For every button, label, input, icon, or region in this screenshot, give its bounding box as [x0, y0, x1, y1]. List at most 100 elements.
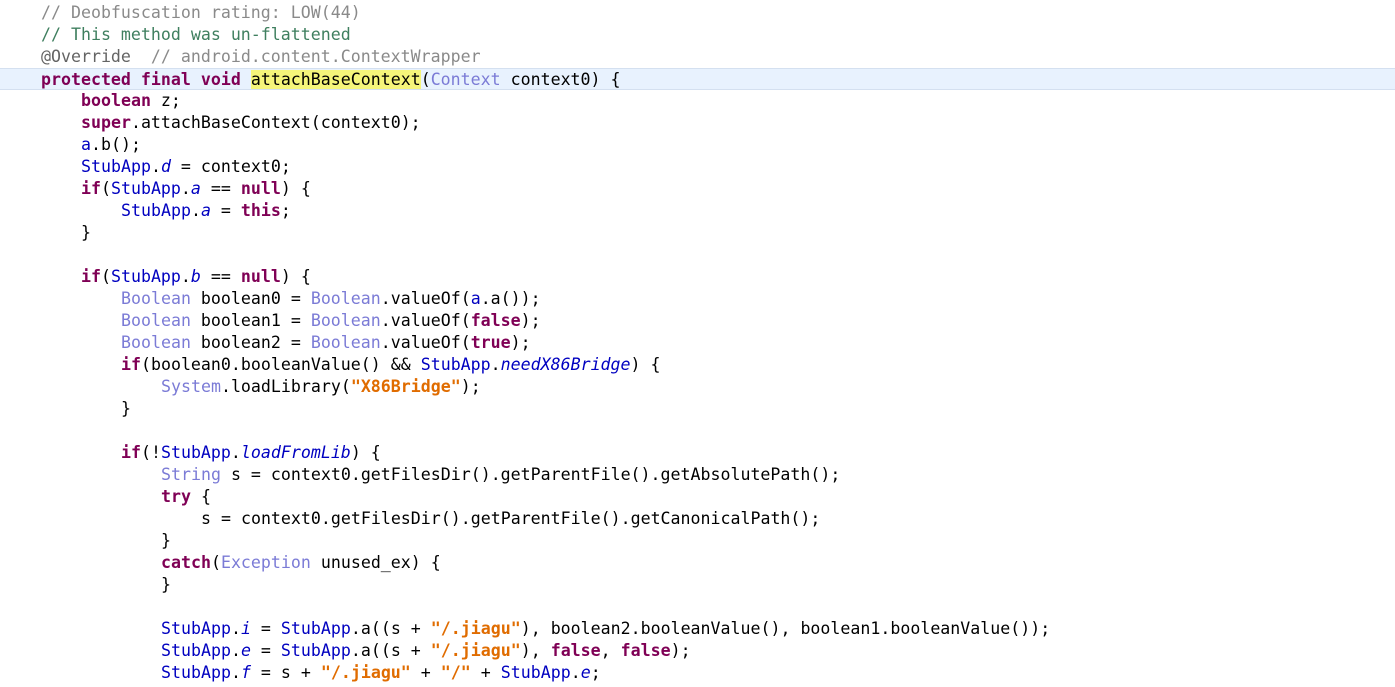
code-token: .valueOf(	[380, 289, 471, 308]
code-token: .a());	[480, 289, 541, 308]
code-token: protected	[41, 70, 131, 89]
code-line[interactable]: String s = context0.getFilesDir().getPar…	[0, 464, 1395, 486]
code-line[interactable]	[0, 420, 1395, 442]
code-token: // android.content.ContextWrapper	[130, 47, 481, 66]
code-editor[interactable]: // Deobfuscation rating: LOW(44) // This …	[0, 2, 1395, 684]
code-token: Boolean	[121, 311, 191, 330]
code-line[interactable]	[0, 244, 1395, 266]
code-line[interactable]: if(StubApp.b == null) {	[0, 266, 1395, 288]
code-token: "X86Bridge"	[350, 377, 461, 396]
code-line[interactable]: }	[0, 530, 1395, 552]
code-token: );	[520, 311, 541, 330]
code-token: boolean2 =	[190, 333, 311, 352]
code-line-current[interactable]: protected final void attachBaseContext(C…	[0, 68, 1395, 90]
code-line[interactable]: StubApp.e = StubApp.a((s + "/.jiagu"), f…	[0, 640, 1395, 662]
code-line[interactable]: }	[0, 574, 1395, 596]
code-line[interactable]: StubApp.a = this;	[0, 200, 1395, 222]
code-token: .	[150, 157, 161, 176]
code-token: StubApp	[160, 443, 231, 462]
code-token: .	[230, 663, 241, 682]
code-token: StubApp	[161, 619, 231, 638]
code-token: @Override	[41, 47, 131, 66]
code-line[interactable]: StubApp.i = StubApp.a((s + "/.jiagu"), b…	[0, 618, 1395, 640]
code-token: a	[200, 201, 211, 220]
code-token: }	[161, 575, 171, 594]
code-token: false	[620, 641, 671, 660]
code-token: boolean0 =	[190, 289, 311, 308]
code-line[interactable]: }	[0, 222, 1395, 244]
code-token: );	[510, 333, 531, 352]
code-token: StubApp	[161, 641, 231, 660]
code-token: true	[470, 333, 511, 352]
code-line[interactable]: if(!StubApp.loadFromLib) {	[0, 442, 1395, 464]
code-token: Context	[430, 70, 501, 89]
code-token: StubApp	[81, 157, 151, 176]
code-line[interactable]: StubApp.d = context0;	[0, 156, 1395, 178]
code-token: );	[670, 641, 691, 660]
code-line[interactable]: try {	[0, 486, 1395, 508]
code-token: f	[240, 663, 251, 682]
code-token: catch	[161, 553, 211, 572]
code-token: null	[240, 267, 281, 286]
code-token: Boolean	[310, 289, 381, 308]
code-token: loadFromLib	[240, 443, 351, 462]
code-token: .	[180, 179, 191, 198]
code-line[interactable]: Boolean boolean2 = Boolean.valueOf(true)…	[0, 332, 1395, 354]
code-token: if	[121, 443, 141, 462]
code-token: StubApp	[420, 355, 491, 374]
code-token: .valueOf(	[380, 333, 471, 352]
code-token: ==	[200, 179, 241, 198]
code-line[interactable]: StubApp.f = s + "/.jiagu" + "/" + StubAp…	[0, 662, 1395, 684]
code-token: .loadLibrary(	[220, 377, 351, 396]
code-line[interactable]: boolean z;	[0, 90, 1395, 112]
code-token: // Deobfuscation rating: LOW(44)	[41, 3, 361, 22]
code-token: Boolean	[121, 333, 191, 352]
code-line[interactable]: if(StubApp.a == null) {	[0, 178, 1395, 200]
code-line[interactable]: System.loadLibrary("X86Bridge");	[0, 376, 1395, 398]
code-token: z;	[150, 91, 181, 110]
code-line[interactable]: // Deobfuscation rating: LOW(44)	[0, 2, 1395, 24]
code-line[interactable]: @Override // android.content.ContextWrap…	[0, 46, 1395, 68]
code-token: void	[200, 70, 241, 89]
code-token: (	[100, 179, 111, 198]
code-token: =	[210, 201, 241, 220]
code-token: = context0;	[170, 157, 291, 176]
code-line[interactable]: catch(Exception unused_ex) {	[0, 552, 1395, 574]
code-token: }	[161, 531, 171, 550]
code-token: // This method was un-flattened	[41, 25, 351, 44]
code-line[interactable]: Boolean boolean0 = Boolean.valueOf(a.a()…	[0, 288, 1395, 310]
code-token: boolean1 =	[190, 311, 311, 330]
code-token: =	[250, 641, 281, 660]
code-token: unused_ex) {	[310, 553, 441, 572]
code-token: super	[81, 113, 131, 132]
code-line[interactable]: a.b();	[0, 134, 1395, 156]
code-token: boolean	[81, 91, 151, 110]
code-token: (boolean0.booleanValue() &&	[140, 355, 421, 374]
code-line[interactable]: super.attachBaseContext(context0);	[0, 112, 1395, 134]
code-token: .	[230, 619, 241, 638]
code-token: .a((s +	[350, 641, 431, 660]
code-token: .valueOf(	[380, 311, 471, 330]
code-line[interactable]: if(boolean0.booleanValue() && StubApp.ne…	[0, 354, 1395, 376]
code-token: .	[230, 641, 241, 660]
code-token: ;	[590, 663, 601, 682]
code-token: ),	[520, 641, 551, 660]
code-token: =	[250, 619, 281, 638]
code-line[interactable]	[0, 596, 1395, 618]
code-token: .attachBaseContext(context0);	[130, 113, 421, 132]
code-line[interactable]: // This method was un-flattened	[0, 24, 1395, 46]
code-line[interactable]: s = context0.getFilesDir().getParentFile…	[0, 508, 1395, 530]
code-token: {	[190, 487, 211, 506]
code-token: ==	[200, 267, 241, 286]
code-token: Boolean	[121, 289, 191, 308]
code-token: s = context0.getFilesDir().getParentFile…	[201, 509, 821, 528]
code-token: +	[410, 663, 441, 682]
code-line[interactable]: Boolean boolean1 = Boolean.valueOf(false…	[0, 310, 1395, 332]
code-token: e	[580, 663, 591, 682]
code-line[interactable]: }	[0, 398, 1395, 420]
code-token: .	[190, 201, 201, 220]
code-token: );	[460, 377, 481, 396]
